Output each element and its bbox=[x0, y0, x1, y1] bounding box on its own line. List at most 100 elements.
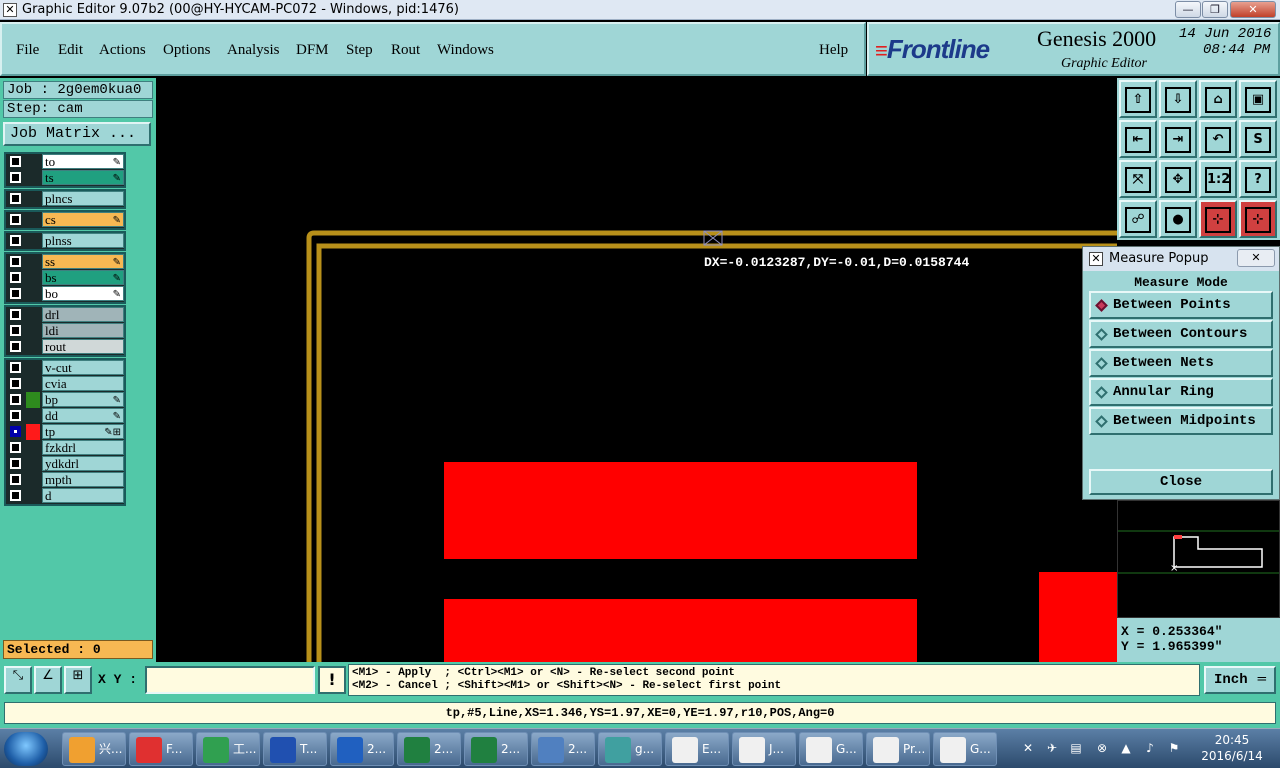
grid-icon[interactable]: ⊞ bbox=[64, 666, 92, 694]
tray-icon[interactable]: ✕ bbox=[1020, 741, 1036, 757]
taskbar-item[interactable]: E... bbox=[665, 732, 729, 766]
layer-checkbox[interactable] bbox=[10, 288, 21, 299]
tray-icon[interactable]: ✈ bbox=[1044, 741, 1060, 757]
layer-row-plnss[interactable]: plnss bbox=[6, 233, 124, 249]
page-down-icon[interactable]: ⇩ bbox=[1159, 80, 1197, 118]
taskbar-item[interactable]: 2... bbox=[397, 732, 461, 766]
layer-checkbox[interactable] bbox=[10, 474, 21, 485]
layer-name[interactable]: ydkdrl bbox=[42, 456, 124, 471]
menu-help[interactable]: Help bbox=[819, 42, 848, 59]
taskbar-item[interactable]: 工... bbox=[196, 732, 260, 766]
zoom-extents-icon[interactable]: ⤧ bbox=[1119, 160, 1157, 198]
tray-icon[interactable]: ▤ bbox=[1068, 741, 1084, 757]
menu-dfm[interactable]: DFM bbox=[296, 42, 329, 59]
unit-selector[interactable]: Inch ═ bbox=[1204, 666, 1276, 694]
tray-icon[interactable]: ⊗ bbox=[1094, 741, 1110, 757]
zoom-ratio-icon[interactable]: 1:2 bbox=[1199, 160, 1237, 198]
layer-name[interactable]: drl bbox=[42, 307, 124, 322]
snap-icon[interactable]: ⤡ bbox=[4, 666, 32, 694]
layer-row-mpth[interactable]: mpth bbox=[6, 472, 124, 488]
layer-name[interactable]: rout bbox=[42, 339, 124, 354]
window-title-bar[interactable]: ✕ Graphic Editor 9.07b2 (00@HY-HYCAM-PC0… bbox=[0, 0, 1280, 20]
layer-checkbox[interactable] bbox=[10, 426, 21, 437]
layer-checkbox[interactable] bbox=[10, 172, 21, 183]
measure-option-between-contours[interactable]: Between Contours bbox=[1089, 320, 1273, 348]
home-icon[interactable]: ⌂ bbox=[1199, 80, 1237, 118]
layer-row-ts[interactable]: ts ✎ bbox=[6, 170, 124, 186]
menu-options[interactable]: Options bbox=[163, 42, 211, 59]
layer-name[interactable]: to ✎ bbox=[42, 154, 124, 169]
layer-row-bp[interactable]: bp ✎ bbox=[6, 392, 124, 408]
layer-checkbox[interactable] bbox=[10, 156, 21, 167]
menu-step[interactable]: Step bbox=[346, 42, 373, 59]
center-icon[interactable]: ✥ bbox=[1159, 160, 1197, 198]
snap-pad-icon[interactable]: ● bbox=[1159, 200, 1197, 238]
taskbar-item[interactable]: G... bbox=[933, 732, 997, 766]
volume-icon[interactable]: ♪ bbox=[1142, 741, 1158, 757]
measure-option-annular-ring[interactable]: Annular Ring bbox=[1089, 378, 1273, 406]
angle-icon[interactable]: ∠ bbox=[34, 666, 62, 694]
menu-windows[interactable]: Windows bbox=[437, 42, 494, 59]
layer-row-cs[interactable]: cs ✎ bbox=[6, 212, 124, 228]
menu-analysis[interactable]: Analysis bbox=[227, 42, 280, 59]
layer-checkbox[interactable] bbox=[10, 309, 21, 320]
layer-checkbox[interactable] bbox=[10, 235, 21, 246]
pad-shape[interactable] bbox=[444, 462, 917, 559]
popup-close-icon[interactable]: ✕ bbox=[1237, 249, 1275, 267]
layer-checkbox[interactable] bbox=[10, 378, 21, 389]
layer-checkbox[interactable] bbox=[10, 394, 21, 405]
layer-row-bs[interactable]: bs ✎ bbox=[6, 270, 124, 286]
layer-row-tp[interactable]: tp ✎⊞ bbox=[6, 424, 124, 440]
pad-shape[interactable] bbox=[444, 599, 917, 662]
taskbar-item[interactable]: 2... bbox=[464, 732, 528, 766]
layer-checkbox[interactable] bbox=[10, 193, 21, 204]
tray-icon[interactable]: ▲ bbox=[1118, 741, 1134, 757]
page-up-icon[interactable]: ⇧ bbox=[1119, 80, 1157, 118]
help-icon[interactable]: ? bbox=[1239, 160, 1277, 198]
pan-right-icon[interactable]: ⇥ bbox=[1159, 120, 1197, 158]
layer-name[interactable]: ldi bbox=[42, 323, 124, 338]
taskbar-item[interactable]: F... bbox=[129, 732, 193, 766]
layer-row-drl[interactable]: drl bbox=[6, 307, 124, 323]
taskbar-item[interactable]: T... bbox=[263, 732, 327, 766]
measure-tool-icon[interactable]: ☍ bbox=[1119, 200, 1157, 238]
fit-icon[interactable]: ▣ bbox=[1239, 80, 1277, 118]
layer-name[interactable]: d bbox=[42, 488, 124, 503]
taskbar-clock[interactable]: 20:45 2016/6/14 bbox=[1192, 732, 1272, 766]
layer-name[interactable]: cs ✎ bbox=[42, 212, 124, 227]
taskbar-item[interactable]: g... bbox=[598, 732, 662, 766]
layer-name[interactable]: plncs bbox=[42, 191, 124, 206]
layer-row-ss[interactable]: ss ✎ bbox=[6, 254, 124, 270]
layer-row-to[interactable]: to ✎ bbox=[6, 154, 124, 170]
layer-row-fzkdrl[interactable]: fzkdrl bbox=[6, 440, 124, 456]
layer-name[interactable]: cvia bbox=[42, 376, 124, 391]
pad-shape[interactable] bbox=[1039, 572, 1117, 662]
taskbar-item[interactable]: 2... bbox=[330, 732, 394, 766]
pan-left-icon[interactable]: ⇤ bbox=[1119, 120, 1157, 158]
layer-row-plncs[interactable]: plncs bbox=[6, 191, 124, 207]
layer-name[interactable]: fzkdrl bbox=[42, 440, 124, 455]
layer-name[interactable]: mpth bbox=[42, 472, 124, 487]
layer-checkbox[interactable] bbox=[10, 341, 21, 352]
net-alt-icon[interactable]: ⊹ bbox=[1239, 200, 1277, 238]
layer-row-ldi[interactable]: ldi bbox=[6, 323, 124, 339]
layer-name[interactable]: plnss bbox=[42, 233, 124, 248]
layer-row-dd[interactable]: dd ✎ bbox=[6, 408, 124, 424]
measure-option-between-nets[interactable]: Between Nets bbox=[1089, 349, 1273, 377]
layer-checkbox[interactable] bbox=[10, 490, 21, 501]
menu-file[interactable]: File bbox=[16, 42, 39, 59]
layer-row-cvia[interactable]: cvia bbox=[6, 376, 124, 392]
layer-name[interactable]: bo ✎ bbox=[42, 286, 124, 301]
close-window-button[interactable]: ✕ bbox=[1230, 1, 1276, 18]
taskbar-item[interactable]: 2... bbox=[531, 732, 595, 766]
layer-row-d[interactable]: d bbox=[6, 488, 124, 504]
layer-checkbox[interactable] bbox=[10, 362, 21, 373]
net-icon[interactable]: ⊹ bbox=[1199, 200, 1237, 238]
layer-checkbox[interactable] bbox=[10, 325, 21, 336]
menu-rout[interactable]: Rout bbox=[391, 42, 420, 59]
warning-icon[interactable]: ! bbox=[318, 666, 346, 694]
restore-button[interactable]: ❐ bbox=[1202, 1, 1228, 18]
popup-title-bar[interactable]: ✕ Measure Popup ✕ bbox=[1083, 247, 1279, 271]
layer-name[interactable]: ss ✎ bbox=[42, 254, 124, 269]
layer-row-bo[interactable]: bo ✎ bbox=[6, 286, 124, 302]
